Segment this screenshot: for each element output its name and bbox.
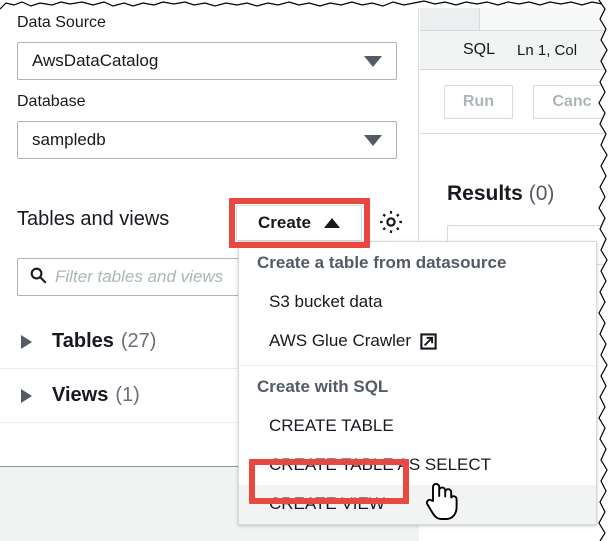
tree-row-count: (1) <box>115 384 139 407</box>
menu-item-create-view[interactable]: CREATE VIEW <box>239 485 596 524</box>
editor-caret-position: Ln 1, Col <box>517 42 577 59</box>
screenshot-root: Data Source AwsDataCatalog Database samp… <box>0 0 611 541</box>
results-title: Results <box>447 182 523 205</box>
cancel-button[interactable]: Canc <box>533 85 611 119</box>
triangle-right-icon <box>21 389 32 403</box>
external-link-icon <box>420 333 437 350</box>
tables-and-views-title: Tables and views <box>17 208 169 231</box>
results-count: (0) <box>529 182 555 205</box>
editor-tab-active[interactable] <box>420 8 480 30</box>
menu-group-title: Create with SQL <box>239 366 596 407</box>
menu-item-create-table-as-select[interactable]: CREATE TABLE AS SELECT <box>239 446 596 485</box>
create-dropdown-menu: Create a table from datasource S3 bucket… <box>238 241 597 525</box>
data-source-value: AwsDataCatalog <box>32 51 158 71</box>
editor-language-label: SQL <box>463 41 495 59</box>
tree-row-name: Views <box>52 384 108 407</box>
database-select[interactable]: sampledb <box>17 121 397 159</box>
menu-item-create-table[interactable]: CREATE TABLE <box>239 407 596 446</box>
chevron-down-icon <box>364 135 382 146</box>
pointer-hand-cursor <box>424 477 458 521</box>
database-value: sampledb <box>32 130 106 150</box>
create-button[interactable]: Create <box>236 205 362 241</box>
results-separator <box>420 133 611 134</box>
database-label: Database <box>17 93 86 111</box>
menu-item-label: CREATE VIEW <box>269 494 385 514</box>
data-source-label: Data Source <box>17 14 106 32</box>
menu-item-label: AWS Glue Crawler <box>269 331 411 351</box>
editor-action-buttons: Run Canc <box>420 71 611 133</box>
menu-group-title: Create a table from datasource <box>239 242 596 283</box>
gear-icon[interactable] <box>377 208 405 236</box>
create-button-label: Create <box>258 213 311 233</box>
menu-item-label: S3 bucket data <box>269 292 382 312</box>
menu-item-label: CREATE TABLE <box>269 416 394 436</box>
results-heading: Results (0) <box>447 182 554 206</box>
tree-row-name: Tables <box>52 330 114 353</box>
search-icon <box>29 266 47 289</box>
caret-up-icon <box>324 218 340 228</box>
filter-input[interactable]: Filter tables and views <box>17 258 245 296</box>
filter-input-placeholder: Filter tables and views <box>55 267 223 287</box>
tree-row-count: (27) <box>121 330 157 353</box>
editor-status-bar: SQL Ln 1, Col <box>420 30 611 70</box>
chevron-down-icon <box>364 56 382 67</box>
triangle-right-icon <box>21 335 32 349</box>
menu-item-aws-glue-crawler[interactable]: AWS Glue Crawler <box>239 322 596 361</box>
data-source-select[interactable]: AwsDataCatalog <box>17 42 397 80</box>
run-button[interactable]: Run <box>444 85 513 119</box>
menu-item-label: CREATE TABLE AS SELECT <box>269 455 491 475</box>
menu-item-s3-bucket-data[interactable]: S3 bucket data <box>239 283 596 322</box>
